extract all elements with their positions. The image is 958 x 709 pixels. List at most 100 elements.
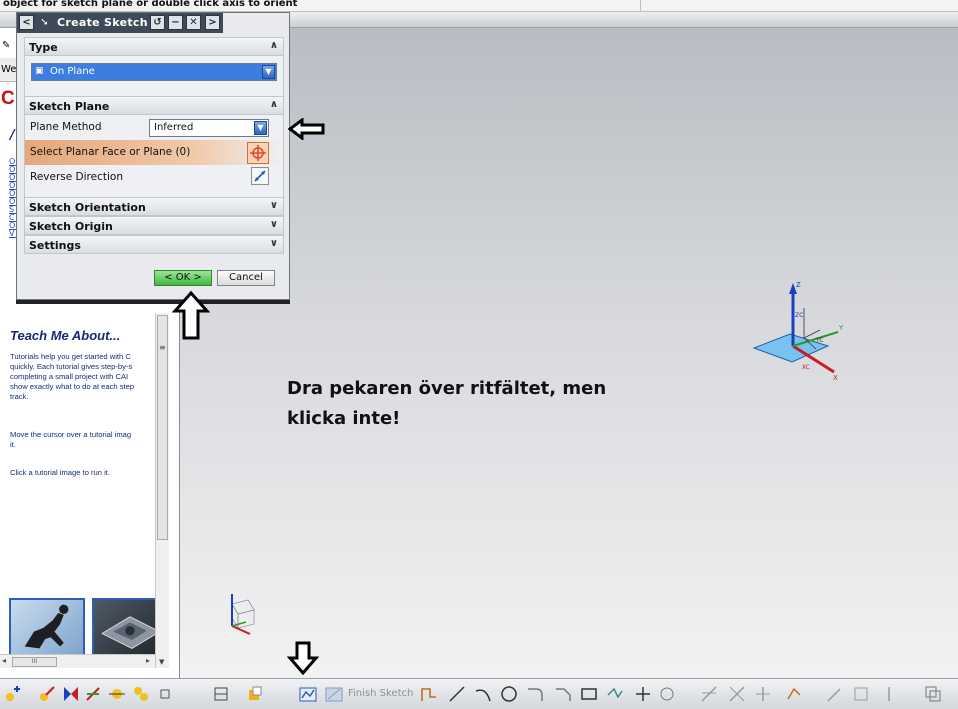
crouching-figure-icon [24, 604, 69, 649]
dimension-icon[interactable] [84, 685, 102, 703]
chevron-down-icon[interactable]: ▼ [262, 65, 275, 79]
scroll-left-arrow-icon[interactable]: ◂ [2, 656, 6, 665]
datum-csys-icon[interactable] [4, 685, 22, 703]
collapse-icon[interactable]: − [168, 15, 183, 30]
back-icon[interactable]: < [19, 15, 34, 30]
status-right-panel [640, 0, 958, 11]
teach-line-1: Tutorials help you get started with C [10, 352, 131, 361]
geometric-constraints-icon[interactable] [852, 685, 870, 703]
status-prompt-text: object for sketch plane or double click … [3, 0, 298, 9]
teach-line-3: completing a small project with CAI [10, 372, 129, 381]
sketch-style-icon[interactable] [924, 685, 942, 703]
pin-icon[interactable]: ✎ [2, 40, 10, 51]
constraints-icon[interactable] [62, 685, 80, 703]
section-settings-header[interactable]: Settings ∨ [24, 235, 284, 254]
body-icon[interactable] [132, 685, 150, 703]
section-settings-label: Settings [29, 239, 81, 252]
rectangle-icon[interactable] [580, 685, 598, 703]
chevron-up-icon[interactable]: ∧ [270, 99, 278, 110]
mirror-curve-icon[interactable] [786, 685, 804, 703]
reset-icon[interactable]: ↺ [150, 15, 165, 30]
fillet-icon[interactable] [526, 685, 544, 703]
section-view-icon[interactable] [212, 685, 230, 703]
status-prompt: object for sketch plane or double click … [0, 0, 958, 12]
finish-sketch-label[interactable]: Finish Sketch [348, 688, 413, 699]
section-type-header[interactable]: Type ∧ [24, 37, 284, 56]
section-type-label: Type [29, 41, 58, 54]
quick-extend-icon[interactable] [728, 685, 746, 703]
teach-me-title: Teach Me About... [10, 328, 121, 343]
instruction-caption: Dra pekaren över ritfältet, men klicka i… [287, 374, 687, 434]
circle-icon[interactable] [500, 685, 518, 703]
forward-icon[interactable]: > [205, 15, 220, 30]
teach-hover-1: Move the cursor over a tutorial imag [10, 430, 132, 439]
profile-icon[interactable] [420, 685, 438, 703]
chevron-down-icon[interactable]: ∨ [270, 238, 278, 249]
chevron-down-icon[interactable]: ∨ [270, 219, 278, 230]
offset-curve-icon[interactable] [658, 685, 676, 703]
section-sketch-plane-label: Sketch Plane [29, 100, 110, 113]
x-label: X [833, 374, 838, 382]
section-sketch-origin-label: Sketch Origin [29, 220, 113, 233]
plane-method-value: Inferred [154, 122, 194, 133]
polygon-icon[interactable] [606, 685, 624, 703]
plane-icon: ▣ [35, 66, 44, 76]
make-corner-icon[interactable] [754, 685, 772, 703]
crosshair-select-icon[interactable] [247, 142, 269, 164]
panel-logo-letter: C [1, 88, 15, 109]
hscroll-thumb[interactable]: III [12, 657, 57, 667]
ok-button[interactable]: < OK > [154, 270, 212, 286]
panel-horizontal-scrollbar[interactable]: ◂ III ▸ [0, 654, 155, 668]
sketch-toolbar: Finish Sketch [0, 678, 958, 709]
dialog-footer: < OK > Cancel [24, 265, 284, 295]
arc-icon[interactable] [474, 685, 492, 703]
sketch-point-icon[interactable] [156, 685, 174, 703]
teach-line-2: quickly. Each tutorial gives step-by-s [10, 362, 133, 371]
dialog-titlebar[interactable]: < ➘ Create Sketch ↺ − ✕ > [17, 13, 223, 33]
teach-hover-2: it. [10, 440, 16, 449]
reverse-direction-row: Reverse Direction [25, 165, 283, 190]
view-triad [231, 594, 255, 635]
display-constraints-icon[interactable] [880, 685, 898, 703]
y-label: Y [838, 324, 844, 332]
plane-method-dropdown[interactable]: Inferred ▼ [149, 119, 269, 137]
point-icon[interactable] [108, 685, 126, 703]
sketch-icon[interactable] [299, 685, 317, 703]
type-dropdown[interactable]: ▣ On Plane ▼ [31, 63, 277, 81]
section-sketch-origin-header[interactable]: Sketch Origin ∨ [24, 216, 284, 235]
point-plus-icon[interactable] [634, 685, 652, 703]
section-sketch-plane-body: Plane Method Inferred ▼ Select Planar Fa… [24, 115, 284, 197]
dialog-title: Create Sketch [57, 16, 148, 29]
arrow-left-annotation-icon [288, 118, 325, 140]
pattern-curve-icon[interactable] [826, 685, 844, 703]
select-planar-face-label: Select Planar Face or Plane (0) [30, 146, 191, 158]
select-arrow-icon[interactable]: ➘ [37, 15, 52, 30]
wcs-triad[interactable]: Z ZC Y YC X XC [750, 278, 860, 388]
quick-trim-icon[interactable] [700, 685, 718, 703]
scroll-right-arrow-icon[interactable]: ▸ [146, 656, 150, 665]
reverse-direction-label: Reverse Direction [30, 171, 123, 183]
datum-axis-icon[interactable] [38, 685, 56, 703]
plane-method-label: Plane Method [30, 121, 102, 133]
finish-sketch-icon[interactable] [325, 685, 343, 703]
teach-line-4: show exactly what to do at each step [10, 382, 135, 391]
grip-icon: ≡ [159, 343, 166, 352]
chamfer-icon[interactable] [554, 685, 572, 703]
scroll-down-arrow-icon[interactable]: ▼ [159, 658, 164, 666]
chevron-up-icon[interactable]: ∧ [270, 40, 278, 51]
line-icon[interactable] [448, 685, 466, 703]
section-sketch-plane-header[interactable]: Sketch Plane ∧ [24, 96, 284, 115]
create-sketch-dialog[interactable]: < ➘ Create Sketch ↺ − ✕ > Type ∧ ▣ On Pl… [16, 12, 290, 300]
select-planar-face-row[interactable]: Select Planar Face or Plane (0) [25, 140, 283, 165]
arrow-down-annotation-icon [287, 641, 319, 676]
panel-vertical-scrollbar[interactable]: ≡ ▼ [155, 313, 169, 668]
chevron-down-icon[interactable]: ▼ [254, 121, 267, 135]
cancel-button[interactable]: Cancel [217, 270, 275, 286]
section-sketch-orientation-header[interactable]: Sketch Orientation ∨ [24, 197, 284, 216]
reverse-direction-icon[interactable] [251, 167, 269, 185]
tutorial-thumbnail-1[interactable] [9, 598, 85, 656]
caption-line-1: Dra pekaren över ritfältet, men [287, 378, 607, 399]
chevron-down-icon[interactable]: ∨ [270, 200, 278, 211]
feature-box-icon[interactable] [246, 685, 264, 703]
close-icon[interactable]: ✕ [186, 15, 201, 30]
